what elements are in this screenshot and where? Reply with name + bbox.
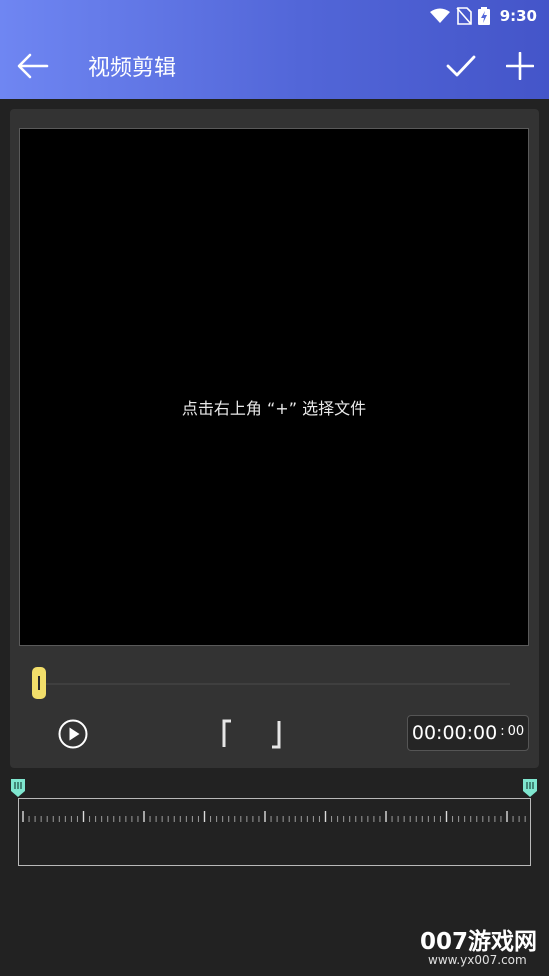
arrow-left-icon xyxy=(17,53,49,79)
status-time: 9:30 xyxy=(499,7,537,25)
video-preview[interactable]: 点击右上角 “+” 选择文件 xyxy=(19,128,529,646)
page-title: 视频剪辑 xyxy=(88,56,177,81)
back-button[interactable] xyxy=(14,48,52,84)
time-separator: : xyxy=(500,723,505,739)
range-end-marker-icon[interactable] xyxy=(522,778,538,798)
wifi-icon xyxy=(429,8,450,23)
bracket-left-icon xyxy=(222,719,231,747)
timeline-strip[interactable] xyxy=(18,798,538,866)
confirm-button[interactable] xyxy=(444,50,478,82)
play-button[interactable] xyxy=(57,718,89,750)
seek-handle[interactable] xyxy=(32,667,46,699)
app-header: 9:30 视频剪辑 xyxy=(0,0,549,99)
editor-panel: 点击右上角 “+” 选择文件 00:00:00 : 00 xyxy=(10,109,539,768)
status-bar: 9:30 xyxy=(429,0,549,32)
select-file-hint: 点击右上角 “+” 选择文件 xyxy=(181,399,367,418)
watermark-logo: 007游戏网 xyxy=(420,929,538,955)
watermark-url: www.yx007.com xyxy=(428,953,527,967)
add-file-button[interactable] xyxy=(504,50,536,82)
time-main: 00:00:00 xyxy=(411,722,498,744)
trim-start-button[interactable] xyxy=(218,717,236,751)
time-display: 00:00:00 : 00 xyxy=(407,715,529,751)
timeline-ruler xyxy=(22,811,538,822)
no-sim-icon xyxy=(456,7,472,25)
trim-end-button[interactable] xyxy=(267,717,285,751)
plus-icon xyxy=(506,52,534,80)
battery-charging-icon xyxy=(477,7,490,25)
seek-track[interactable] xyxy=(42,683,510,685)
bracket-right-icon xyxy=(272,721,281,749)
play-circle-icon xyxy=(58,719,88,749)
range-start-marker-icon[interactable] xyxy=(10,778,26,798)
check-icon xyxy=(446,55,476,77)
time-frames: 00 xyxy=(507,723,525,739)
